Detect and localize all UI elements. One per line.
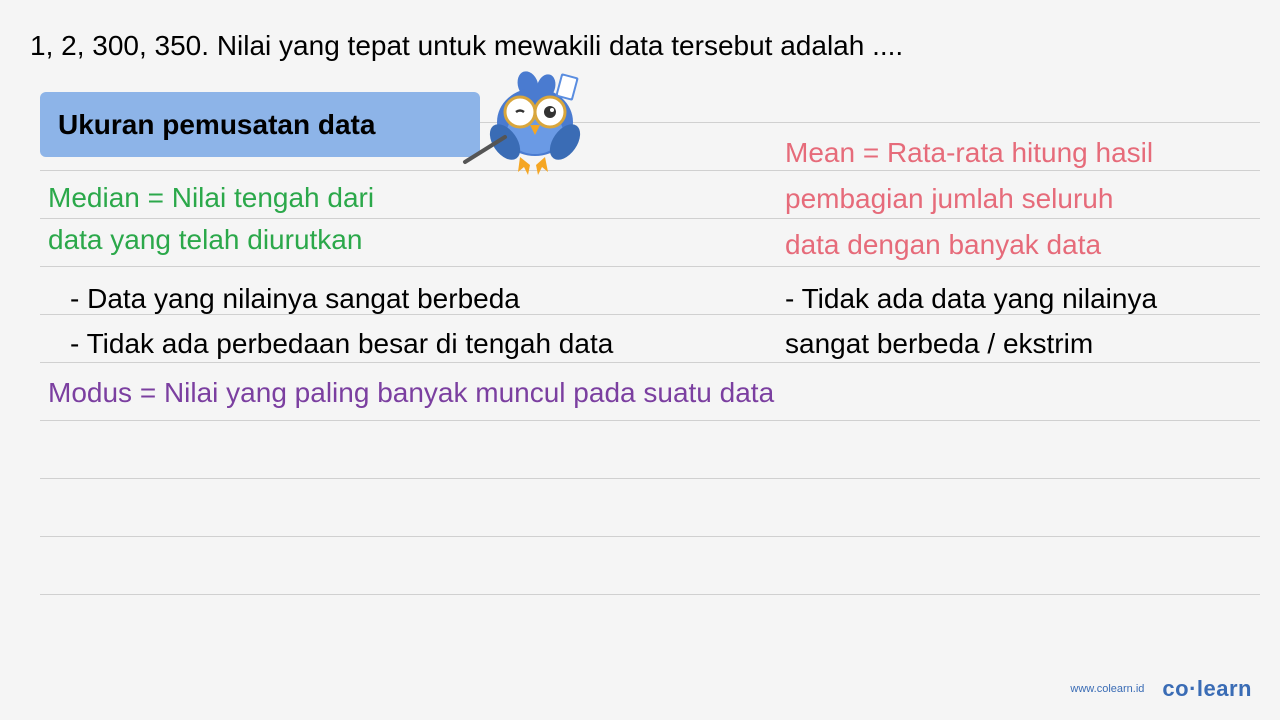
footer-url: www.colearn.id <box>1070 683 1144 695</box>
mean-bullets: - Tidak ada data yang nilainya sangat be… <box>785 277 1157 367</box>
footer-logo: co·learn <box>1162 676 1252 702</box>
mean-definition: Mean = Rata-rata hitung hasil pembagian … <box>785 130 1153 269</box>
title-box-text: Ukuran pemusatan data <box>58 109 375 141</box>
median-bullets: - Data yang nilainya sangat berbeda - Ti… <box>70 277 613 367</box>
median-bullet-1: - Data yang nilainya sangat berbeda <box>70 277 613 322</box>
owl-mascot-icon <box>450 67 590 187</box>
mean-definition-line2: pembagian jumlah seluruh <box>785 176 1153 222</box>
mean-definition-line3: data dengan banyak data <box>785 222 1153 268</box>
median-bullet-2: - Tidak ada perbedaan besar di tengah da… <box>70 322 613 367</box>
modus-definition: Modus = Nilai yang paling banyak muncul … <box>48 377 774 409</box>
median-definition-line2: data yang telah diurutkan <box>48 224 362 256</box>
ruled-line <box>40 420 1260 421</box>
ruled-line <box>40 536 1260 537</box>
question-text: 1, 2, 300, 350. Nilai yang tepat untuk m… <box>30 30 1260 62</box>
footer: www.colearn.id co·learn <box>1070 676 1252 702</box>
median-definition-line1: Median = Nilai tengah dari <box>48 177 374 219</box>
ruled-line <box>40 478 1260 479</box>
ruled-line <box>40 594 1260 595</box>
mean-bullet-1: - Tidak ada data yang nilainya <box>785 277 1157 322</box>
lesson-slide: 1, 2, 300, 350. Nilai yang tepat untuk m… <box>0 0 1280 720</box>
title-box: Ukuran pemusatan data <box>40 92 480 157</box>
mean-bullet-2: sangat berbeda / ekstrim <box>785 322 1157 367</box>
mean-definition-line1: Mean = Rata-rata hitung hasil <box>785 130 1153 176</box>
